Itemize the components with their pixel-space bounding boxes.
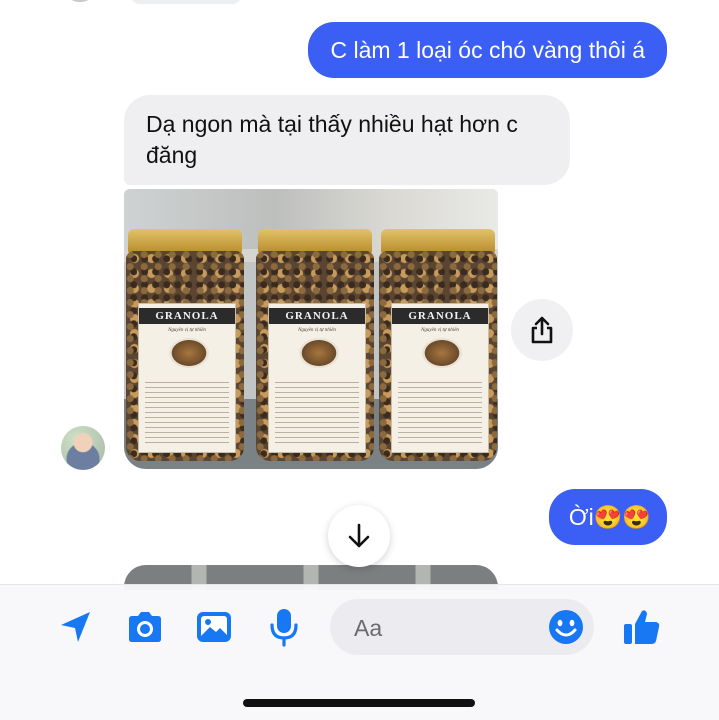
like-button[interactable] <box>620 605 664 649</box>
message-input-container[interactable] <box>330 599 594 657</box>
sender-avatar[interactable] <box>61 426 105 470</box>
photo-attachment[interactable]: GRANOLA Nguyên vị tự nhiên GRANOLA Nguyên … <box>124 189 498 469</box>
share-icon <box>531 316 553 344</box>
granola-jar: GRANOLA Nguyên vị tự nhiên <box>126 229 244 465</box>
camera-button[interactable] <box>124 607 166 647</box>
voice-button[interactable] <box>264 605 304 649</box>
granola-jar: GRANOLA Nguyên vị tự nhiên <box>379 229 497 465</box>
jar-label: GRANOLA <box>269 308 365 324</box>
message-text: Ời😍😍 <box>568 504 651 530</box>
location-arrow-icon <box>61 612 90 642</box>
location-button[interactable] <box>56 607 96 647</box>
emoji-button[interactable] <box>548 609 584 645</box>
home-indicator <box>243 699 475 707</box>
message-input[interactable] <box>352 599 536 657</box>
message-text: C làm 1 loại óc chó vàng thôi á <box>330 37 645 63</box>
jar-subtitle: Nguyên vị tự nhiên <box>168 328 206 333</box>
outgoing-message[interactable]: Ời😍😍 <box>548 489 667 545</box>
arrow-down-icon <box>348 523 370 548</box>
emoji-icon <box>549 610 583 644</box>
chat-thread[interactable]: C làm 1 loại óc chó vàng thôi á Dạ ngon … <box>0 0 719 590</box>
granola-jar: GRANOLA Nguyên vị tự nhiên <box>256 229 374 465</box>
thumbs-up-icon <box>624 610 660 644</box>
gallery-button[interactable] <box>193 607 235 647</box>
jar-subtitle: Nguyên vị tự nhiên <box>421 328 459 333</box>
gallery-icon <box>197 612 231 642</box>
jar-subtitle: Nguyên vị tự nhiên <box>298 328 336 333</box>
previous-message-stub <box>130 0 242 4</box>
scroll-to-bottom-button[interactable] <box>328 505 390 567</box>
microphone-icon <box>270 609 298 647</box>
share-button[interactable] <box>511 299 573 361</box>
message-text: Dạ ngon mà tại thấy nhiều hạt hơn c đăng <box>146 111 518 168</box>
incoming-message[interactable]: Dạ ngon mà tại thấy nhiều hạt hơn c đăng <box>124 95 570 185</box>
jar-label: GRANOLA <box>139 308 235 324</box>
message-composer <box>0 584 719 720</box>
jar-label: GRANOLA <box>392 308 488 324</box>
outgoing-message[interactable]: C làm 1 loại óc chó vàng thôi á <box>308 22 667 78</box>
camera-icon <box>129 612 161 642</box>
previous-avatar-stub <box>66 0 94 2</box>
